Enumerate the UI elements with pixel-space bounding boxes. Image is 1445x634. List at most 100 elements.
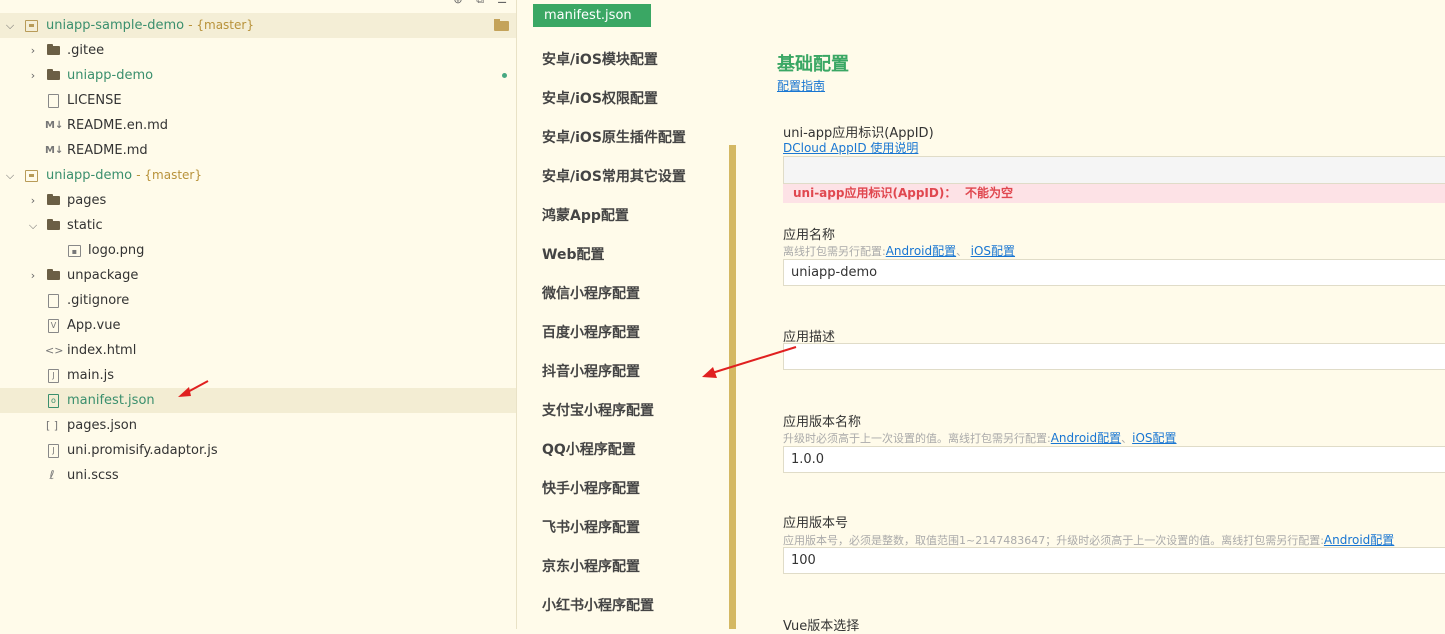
scss-icon: ℓ <box>49 468 55 482</box>
folder-icon <box>47 44 61 57</box>
file-icon <box>48 294 59 308</box>
tab-manifest-json[interactable]: manifest.json <box>533 4 651 27</box>
nav-item-web[interactable]: Web配置 <box>542 244 604 264</box>
copy-icon[interactable]: ⧉ <box>474 0 486 6</box>
appid-error-banner: uni-app应用标识(AppID)： 不能为空 <box>783 184 1445 203</box>
tree-item-unpackage[interactable]: › unpackage <box>0 263 516 288</box>
folder-icon <box>47 269 61 282</box>
tree-item-gitignore[interactable]: .gitignore <box>0 288 516 313</box>
chevron-right-icon[interactable]: › <box>28 63 38 88</box>
chevron-right-icon[interactable]: › <box>28 188 38 213</box>
tree-item-license[interactable]: LICENSE <box>0 88 516 113</box>
app-desc-input[interactable] <box>783 343 1445 370</box>
tree-item-readme[interactable]: M↓ README.md <box>0 138 516 163</box>
image-icon: ▪ <box>68 245 81 257</box>
tree-item-main-js[interactable]: J main.js <box>0 363 516 388</box>
tree-item-pages-json[interactable]: [ ] pages.json <box>0 413 516 438</box>
nav-scrollbar[interactable] <box>729 145 736 629</box>
tree-item-index-html[interactable]: <> index.html <box>0 338 516 363</box>
tree-item-uni-scss[interactable]: ℓ uni.scss <box>0 463 516 488</box>
tree-item-label: manifest.json <box>67 393 155 408</box>
version-code-input[interactable]: 100 <box>783 547 1445 574</box>
tree-item-label: logo.png <box>88 243 145 258</box>
nav-item-jd-mp[interactable]: 京东小程序配置 <box>542 556 640 576</box>
nav-item-android-ios-other-settings[interactable]: 安卓/iOS常用其它设置 <box>542 166 686 186</box>
tree-item-label: uni.promisify.adaptor.js <box>67 443 218 458</box>
project-folder-icon <box>25 20 38 32</box>
android-config-link[interactable]: Android配置 <box>1324 533 1394 547</box>
tree-item-gitee[interactable]: › .gitee <box>0 38 516 63</box>
tree-item-uniapp-demo-folder[interactable]: › uniapp-demo <box>0 63 516 88</box>
tree-item-label: pages.json <box>67 418 137 433</box>
json-file-icon: o <box>48 394 59 408</box>
git-branch-label: - {master} <box>136 168 202 182</box>
nav-item-wechat-mp[interactable]: 微信小程序配置 <box>542 283 640 303</box>
git-branch-label: - {master} <box>188 18 254 32</box>
tree-item-readme-en[interactable]: M↓ README.en.md <box>0 113 516 138</box>
separator: 、 <box>1121 432 1133 445</box>
code-icon: <> <box>45 344 64 357</box>
file-explorer: ⊕ ⧉ ☰ ⌵ uniapp-sample-demo - {master} › … <box>0 0 517 629</box>
tree-item-promisify-js[interactable]: J uni.promisify.adaptor.js <box>0 438 516 463</box>
tree-item-manifest-json[interactable]: o manifest.json <box>0 388 516 413</box>
git-modified-dot <box>502 73 507 78</box>
tree-root-uniapp-demo[interactable]: ⌵ uniapp-demo - {master} <box>0 163 516 188</box>
separator: 、 <box>956 245 968 258</box>
appid-help-link[interactable]: DCloud AppID 使用说明 <box>783 139 918 156</box>
tree-item-label: main.js <box>67 368 114 383</box>
tree-item-label: index.html <box>67 343 137 358</box>
tree-item-label: unpackage <box>67 268 139 283</box>
nav-item-xiaohongshu-mp[interactable]: 小红书小程序配置 <box>542 595 654 615</box>
chevron-down-icon[interactable]: ⌵ <box>5 163 15 188</box>
tree-root-uniapp-sample-demo[interactable]: ⌵ uniapp-sample-demo - {master} <box>0 13 516 38</box>
nav-item-android-ios-native-plugins[interactable]: 安卓/iOS原生插件配置 <box>542 127 686 147</box>
android-config-link[interactable]: Android配置 <box>886 244 956 258</box>
version-name-label: 应用版本名称 <box>783 415 862 430</box>
page-title: 基础配置 <box>777 54 849 75</box>
version-code-hint: 应用版本号，必须是整数，取值范围1~2147483647；升级时必须高于上一次设… <box>783 531 1445 548</box>
markdown-icon: M↓ <box>45 120 64 131</box>
chevron-down-icon[interactable]: ⌵ <box>5 13 15 38</box>
tree-item-label: .gitignore <box>67 293 130 308</box>
appid-error-label: uni-app应用标识(AppID)： <box>793 186 957 200</box>
chevron-right-icon[interactable]: › <box>28 38 38 63</box>
nav-item-android-ios-modules[interactable]: 安卓/iOS模块配置 <box>542 49 658 69</box>
nav-item-qq-mp[interactable]: QQ小程序配置 <box>542 439 636 459</box>
version-name-input[interactable]: 1.0.0 <box>783 446 1445 473</box>
nav-item-douyin-mp[interactable]: 抖音小程序配置 <box>542 361 640 381</box>
folder-icon <box>47 69 61 82</box>
json-brackets-icon: [ ] <box>45 419 59 432</box>
vue-file-icon: V <box>48 319 59 333</box>
tree-item-static[interactable]: ⌵ static <box>0 213 516 238</box>
appid-error-message: 不能为空 <box>965 186 1014 200</box>
project-folder-icon <box>25 170 38 182</box>
ios-config-link[interactable]: iOS配置 <box>971 244 1015 258</box>
chevron-down-icon[interactable]: ⌵ <box>28 213 38 238</box>
tree-item-label: uniapp-demo <box>46 168 133 183</box>
nav-item-baidu-mp[interactable]: 百度小程序配置 <box>542 322 640 342</box>
tree-item-label: uniapp-sample-demo <box>46 18 185 33</box>
config-guide-link[interactable]: 配置指南 <box>777 77 825 94</box>
explorer-toolbar: ⊕ ⧉ ☰ <box>452 0 508 8</box>
hint-text: 离线打包需另行配置: <box>783 245 886 258</box>
version-name-hint: 升级时必须高于上一次设置的值。离线打包需另行配置:Android配置、iOS配置 <box>783 429 1177 446</box>
add-icon[interactable]: ⊕ <box>452 0 464 6</box>
appid-input[interactable] <box>783 156 1445 184</box>
nav-item-android-ios-permissions[interactable]: 安卓/iOS权限配置 <box>542 88 658 108</box>
open-folder-icon[interactable] <box>494 19 509 31</box>
version-code-label: 应用版本号 <box>783 516 849 531</box>
chevron-right-icon[interactable]: › <box>28 263 38 288</box>
nav-item-harmony-app[interactable]: 鸿蒙App配置 <box>542 205 629 225</box>
tree-item-app-vue[interactable]: V App.vue <box>0 313 516 338</box>
settings-nav: 安卓/iOS模块配置 安卓/iOS权限配置 安卓/iOS原生插件配置 安卓/iO… <box>517 38 737 629</box>
nav-item-kuaishou-mp[interactable]: 快手小程序配置 <box>542 478 640 498</box>
app-name-input[interactable]: uniapp-demo <box>783 259 1445 286</box>
tree-item-label: pages <box>67 193 107 208</box>
nav-item-alipay-mp[interactable]: 支付宝小程序配置 <box>542 400 654 420</box>
menu-icon[interactable]: ☰ <box>496 0 508 6</box>
android-config-link[interactable]: Android配置 <box>1051 431 1121 445</box>
ios-config-link[interactable]: iOS配置 <box>1132 431 1176 445</box>
tree-item-logo-png[interactable]: ▪ logo.png <box>0 238 516 263</box>
nav-item-feishu-mp[interactable]: 飞书小程序配置 <box>542 517 640 537</box>
tree-item-pages[interactable]: › pages <box>0 188 516 213</box>
